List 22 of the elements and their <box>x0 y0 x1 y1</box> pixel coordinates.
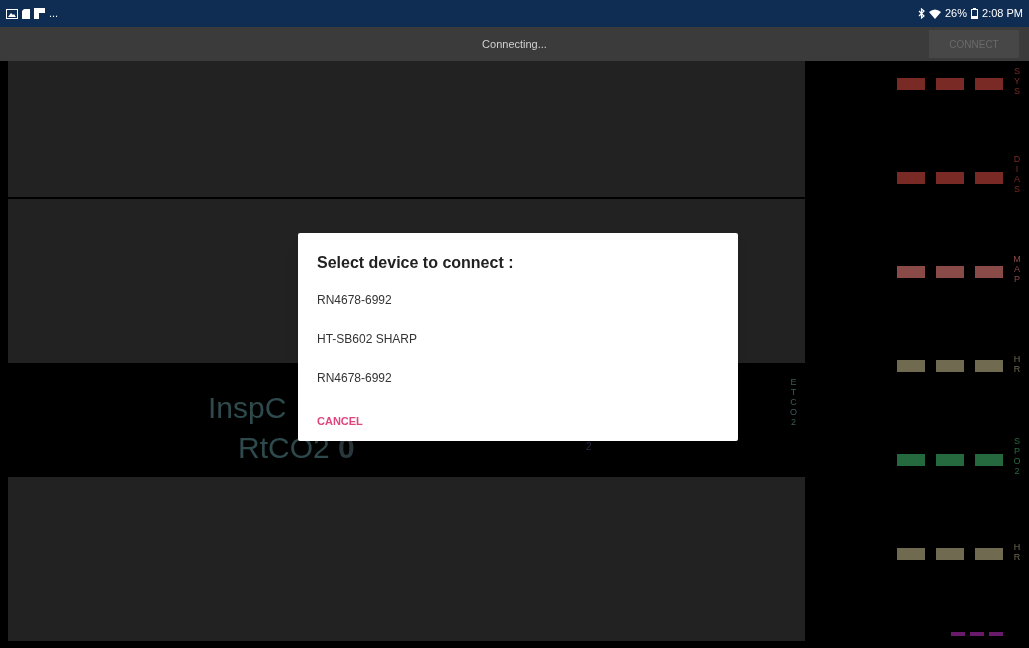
battery-percentage: 26% <box>945 6 968 22</box>
parameter-label: MAP <box>1013 254 1021 284</box>
toolbar-title: Connecting... <box>482 36 547 52</box>
etco2-label: ETCO2 <box>789 377 798 427</box>
bluetooth-icon <box>918 8 925 19</box>
parameter-label: SYS <box>1013 66 1021 96</box>
dialog-title: Select device to connect : <box>317 253 514 273</box>
image-icon <box>6 8 18 19</box>
device-item[interactable]: RN4678-6992 <box>317 291 392 309</box>
clock: 2:08 PM <box>982 6 1023 22</box>
cancel-button[interactable]: CANCEL <box>317 413 363 430</box>
parameter-label: HR <box>1013 542 1021 562</box>
device-item[interactable]: HT-SB602 SHARP <box>317 330 418 348</box>
insp-co2-label: InspC <box>208 390 287 426</box>
more-notifications: ... <box>49 6 59 22</box>
wifi-icon <box>929 8 941 19</box>
device-item[interactable]: RN4678-6992 <box>317 369 392 387</box>
parameter-label: HR <box>1013 354 1021 374</box>
battery-icon <box>971 8 979 19</box>
parameter-label: SPO2 <box>1013 436 1021 476</box>
sd-card-icon <box>22 8 30 19</box>
co2-unit-label: 2 <box>586 440 592 454</box>
